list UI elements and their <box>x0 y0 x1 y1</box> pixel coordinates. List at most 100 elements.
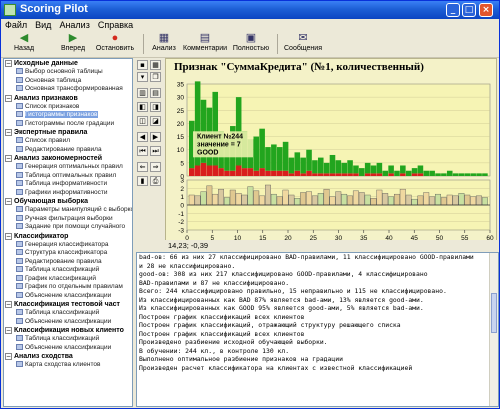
collapse-icon[interactable]: − <box>5 327 12 334</box>
histogram-icon[interactable]: ▥ <box>137 88 148 98</box>
title-bar[interactable]: Scoring Pilot _ □ × <box>1 1 499 19</box>
collapse-icon[interactable]: − <box>5 198 12 205</box>
collapse-icon[interactable]: − <box>5 353 12 360</box>
tree-item[interactable]: Задание при помощи случайного <box>4 223 132 232</box>
tree-item[interactable]: Генерация оптимальных правил <box>4 163 132 172</box>
tree-section[interactable]: − Классификация тестовой част <box>4 300 132 309</box>
copy-icon[interactable]: ❐ <box>150 72 161 82</box>
tree-section[interactable]: − Обучающая выборка <box>4 197 132 206</box>
collapse-icon[interactable]: − <box>5 301 12 308</box>
tree-item[interactable]: Генерация классификатора <box>4 241 132 250</box>
tree-item[interactable]: Основная трансформированная <box>4 85 132 94</box>
messages-button[interactable]: ✉ Сообщения <box>283 32 323 56</box>
tree-item[interactable]: Объяснение классификации <box>4 292 132 301</box>
tree-item[interactable]: Гистограммы признаков <box>4 111 132 120</box>
close-button[interactable]: × <box>479 3 493 17</box>
tree-item[interactable]: Основная таблица <box>4 77 132 86</box>
tree-item[interactable]: Структура классификатора <box>4 249 132 258</box>
tree-item[interactable]: Редактирование правила <box>4 146 132 155</box>
collapse-icon[interactable]: − <box>5 129 12 136</box>
minimize-button[interactable]: _ <box>446 3 460 17</box>
tree-item[interactable]: Выбор основной таблицы <box>4 68 132 77</box>
arrow-right-icon[interactable]: ⇒ <box>150 162 161 172</box>
tree-item[interactable]: Ручная фильтрация выборки <box>4 215 132 224</box>
tree-item[interactable]: Редактирование правила <box>4 258 132 267</box>
collapse-icon[interactable]: − <box>5 60 12 67</box>
bookmark-icon[interactable]: ▮ <box>137 176 148 186</box>
tree-item[interactable]: Объяснение классификации <box>4 344 132 353</box>
score-bar <box>429 196 436 206</box>
tree-item[interactable]: Объяснение классификации <box>4 318 132 327</box>
menu-file[interactable]: Файл <box>1 19 31 31</box>
tree-item[interactable]: Параметры манипуляций с выборкой <box>4 206 132 215</box>
tree-item[interactable]: Таблица классификаций <box>4 309 132 318</box>
score-bar <box>464 194 471 206</box>
collapse-icon[interactable]: − <box>5 155 12 162</box>
bad-bar <box>282 170 289 176</box>
tree-section[interactable]: − Исходные данные <box>4 59 132 68</box>
tree-item[interactable]: Список правил <box>4 137 132 146</box>
tree-section[interactable]: − Анализ закономерностей <box>4 154 132 163</box>
menu-help[interactable]: Справка <box>94 19 137 31</box>
item-icon <box>16 188 23 195</box>
tree-item[interactable]: Графики информативности <box>4 189 132 198</box>
filter-icon[interactable]: ▾ <box>137 72 148 82</box>
color-icon[interactable]: ◨ <box>150 102 161 112</box>
next-icon[interactable]: ▶ <box>150 132 161 142</box>
arrow-left-icon[interactable]: ⇐ <box>137 162 148 172</box>
tree-item[interactable]: Гистограммы после градации <box>4 120 132 129</box>
bad-bar <box>259 168 265 176</box>
scrollbar-thumb[interactable] <box>491 293 497 333</box>
tree-item[interactable]: Список признаков <box>4 103 132 112</box>
save-icon[interactable]: ▪ <box>137 60 148 70</box>
grid-icon[interactable]: ▤ <box>150 88 161 98</box>
collapse-icon[interactable]: − <box>5 94 12 102</box>
bad-bar <box>235 165 242 176</box>
good-bar <box>288 157 295 174</box>
analysis-button[interactable]: ▦ Анализ <box>149 32 179 56</box>
prev-icon[interactable]: ◀ <box>137 132 148 142</box>
histogram-chart[interactable]: 0 5 10 15 20 25 30 35 Клиент №244значение = 7GOO… <box>165 58 497 244</box>
palette-icon[interactable]: ◧ <box>137 102 148 112</box>
forward-button[interactable]: ▶ Вперед <box>55 32 91 56</box>
tree-section[interactable]: − Анализ признаков <box>4 94 132 103</box>
toolbar: ◀ Назад ▶ Вперед ● Остановить ▦ Анализ ▤… <box>1 31 499 58</box>
tree-section[interactable]: − Классификатор <box>4 232 132 241</box>
good-bar <box>370 165 377 174</box>
stop-button[interactable]: ● Остановить <box>93 32 137 56</box>
table-icon[interactable]: ▦ <box>150 60 161 70</box>
menu-analysis[interactable]: Анализ <box>55 19 93 31</box>
zoom-icon[interactable]: ◫ <box>137 116 148 126</box>
item-icon <box>16 206 23 213</box>
tree-section[interactable]: − Анализ сходства <box>4 352 132 361</box>
full-view-button[interactable]: ▣ Полностью <box>231 32 271 56</box>
menu-view[interactable]: Вид <box>31 19 55 31</box>
score-bar <box>335 191 342 206</box>
log-scrollbar[interactable] <box>489 253 498 406</box>
message-log[interactable]: bad-ов: 66 из них 27 классифицировано BA… <box>136 252 499 407</box>
tree-section[interactable]: − Экспертные правила <box>4 128 132 137</box>
tree-item[interactable]: Таблица информативности <box>4 180 132 189</box>
good-bar <box>441 173 447 176</box>
tree-item[interactable]: Таблица оптимальных правил <box>4 172 132 181</box>
navigation-tree[interactable]: − Исходные данные Выбор основной таблицы Ос… <box>3 58 133 407</box>
last-icon[interactable]: ⏭ <box>150 146 161 156</box>
comments-button[interactable]: ▤ Комментарии <box>183 32 227 56</box>
tree-item-label: График классификаций <box>25 274 97 282</box>
tree-section[interactable]: − Классификация новых клиенто <box>4 326 132 335</box>
tree-item[interactable]: Карта сходства клиентов <box>4 361 132 370</box>
tree-item[interactable]: Таблица классификаций <box>4 335 132 344</box>
chart-status-bar: 14,23; -0,39 <box>165 240 497 252</box>
first-icon[interactable]: ⏮ <box>137 146 148 156</box>
item-icon <box>16 85 23 92</box>
tree-item[interactable]: График классификаций <box>4 275 132 284</box>
maximize-button[interactable]: □ <box>462 3 476 17</box>
back-button[interactable]: ◀ Назад <box>7 32 41 56</box>
score-bar <box>259 195 266 206</box>
print-icon[interactable]: ⎙ <box>150 176 161 186</box>
collapse-icon[interactable]: − <box>5 232 12 240</box>
tree-item[interactable]: Таблица классификаций <box>4 266 132 275</box>
score-bar <box>388 196 394 206</box>
tree-item[interactable]: График по отдельным правилам <box>4 283 132 292</box>
scale-icon[interactable]: ◪ <box>150 116 161 126</box>
